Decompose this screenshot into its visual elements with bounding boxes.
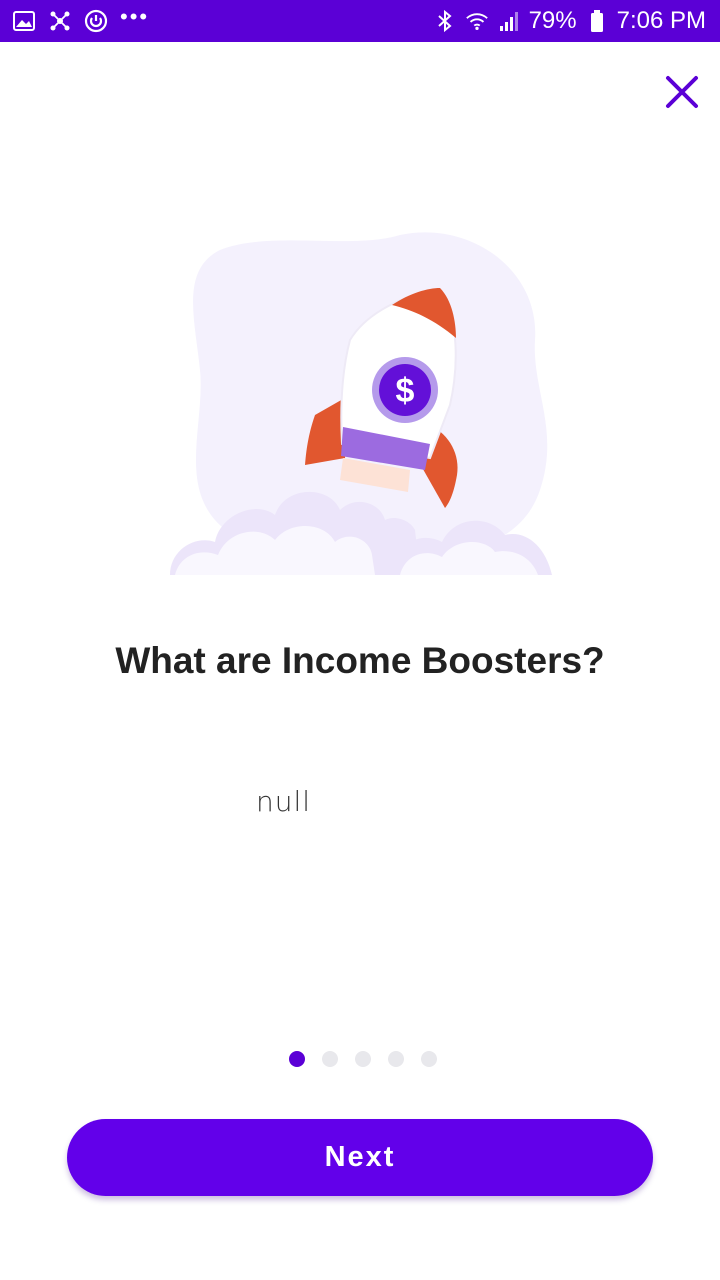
wifi-icon <box>465 9 489 33</box>
battery-icon <box>585 9 609 33</box>
pager-dot <box>355 1051 371 1067</box>
rocket-icon: $ <box>170 232 552 575</box>
svg-text:$: $ <box>396 372 415 410</box>
status-left-icons: ••• <box>12 4 150 33</box>
description-text: null <box>256 785 312 818</box>
signal-icon <box>497 9 521 33</box>
clock: 7:06 PM <box>616 7 706 34</box>
pager-dot <box>322 1051 338 1067</box>
pager-dot <box>388 1051 404 1067</box>
rocket-illustration: $ <box>160 230 560 580</box>
status-right-icons: 79% 7:06 PM <box>433 9 706 33</box>
sync-icon <box>84 9 108 33</box>
status-bar: ••• 79% 7:06 PM <box>0 0 720 42</box>
pager-dot-active <box>289 1051 305 1067</box>
close-button[interactable] <box>660 70 704 114</box>
onboarding-screen: ••• 79% 7:06 PM $ What are Income Booste… <box>0 0 720 1280</box>
network-icon <box>48 9 72 33</box>
next-button[interactable]: Next <box>67 1119 653 1196</box>
bluetooth-icon <box>433 9 457 33</box>
close-icon <box>666 76 698 108</box>
pager-indicator <box>0 1051 720 1067</box>
pager-dot <box>421 1051 437 1067</box>
battery-percent: 79% <box>528 7 577 34</box>
image-icon <box>12 9 36 33</box>
more-dots-icon: ••• <box>120 4 150 29</box>
page-title: What are Income Boosters? <box>115 640 605 681</box>
